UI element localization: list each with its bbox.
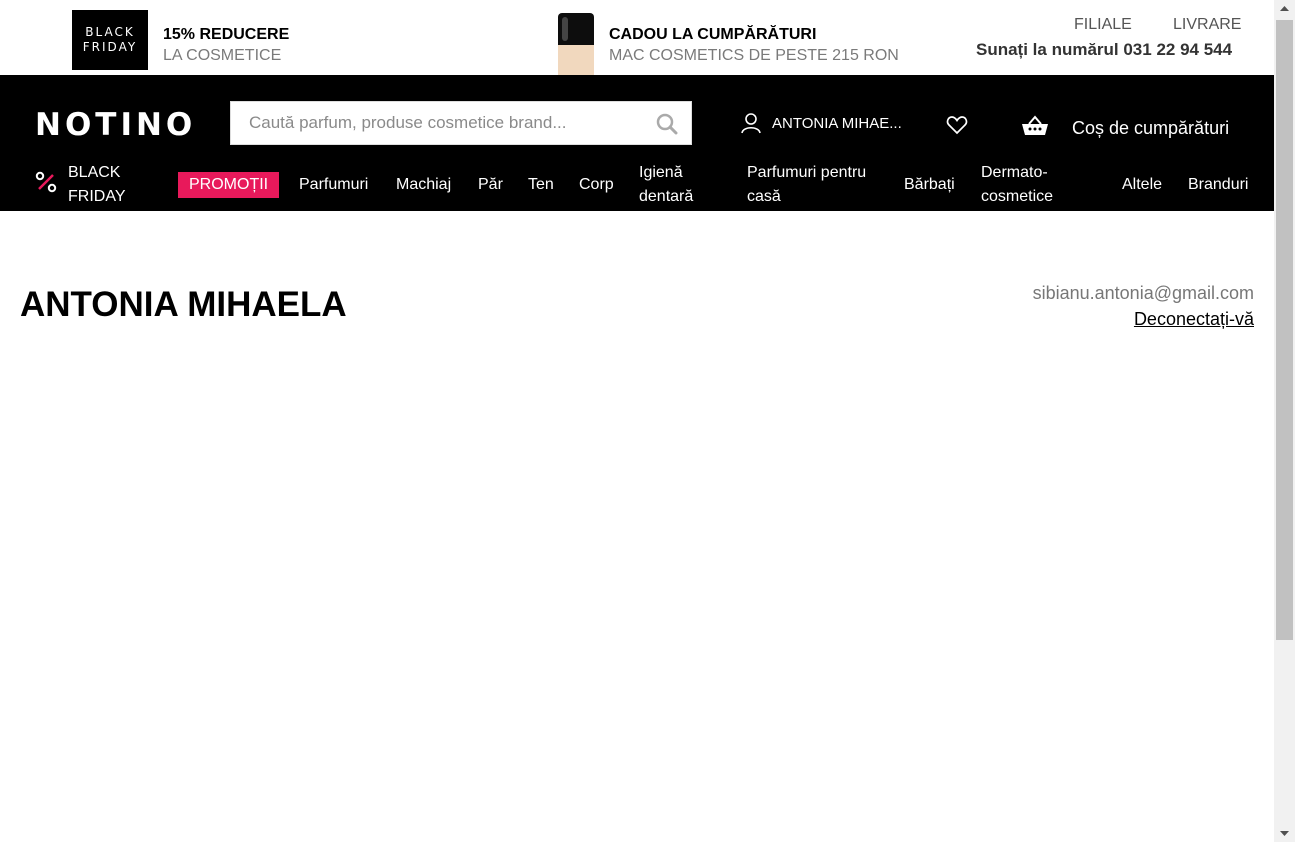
phone-number[interactable]: Sunați la numărul 031 22 94 544 (976, 40, 1232, 60)
promo-discount-subtitle: LA COSMETICE (163, 47, 282, 64)
vertical-scrollbar[interactable] (1274, 0, 1295, 842)
promo-gift-title: CADOU LA CUMPĂRĂTURI (609, 26, 817, 43)
nav-ten[interactable]: Ten (528, 173, 554, 197)
nav-black-friday-line1: BLACK (68, 164, 121, 181)
user-email: sibianu.antonia@gmail.com (1032, 283, 1254, 303)
nav-branduri[interactable]: Branduri (1188, 173, 1248, 197)
nav-black-friday-line2: FRIDAY (68, 188, 126, 205)
badge-line-1: BLACK (85, 25, 135, 39)
promo-gift[interactable]: CADOU LA CUMPĂRĂTURI MAC COSMETICS DE PE… (609, 26, 899, 65)
nav-igiena-line2: dentară (639, 188, 694, 205)
nav-par[interactable]: Păr (478, 173, 503, 197)
delivery-link[interactable]: LIVRARE (1173, 16, 1241, 34)
nav-dermato-cosmetice[interactable]: Dermato- cosmetice (981, 161, 1053, 209)
user-account-link[interactable]: ANTONIA MIHAE... (740, 112, 902, 134)
nav-parfumuri-casa-line1: Parfumuri pentru (747, 164, 867, 181)
nav-machiaj[interactable]: Machiaj (396, 173, 451, 197)
nav-corp[interactable]: Corp (579, 173, 614, 197)
scrollbar-thumb[interactable] (1276, 20, 1293, 640)
promo-discount[interactable]: 15% REDUCERE LA COSMETICE (163, 26, 289, 65)
search-box (230, 101, 692, 145)
scroll-up-arrow-icon[interactable] (1274, 0, 1295, 17)
nav-parfumuri-casa-line2: casă (747, 188, 781, 205)
notino-logo[interactable]: NOTINO (35, 107, 196, 143)
user-name: ANTONIA MIHAE... (772, 114, 902, 132)
promo-gift-subtitle: MAC COSMETICS DE PESTE 215 RON (609, 47, 899, 64)
search-icon[interactable] (655, 112, 679, 136)
user-icon (741, 113, 761, 134)
nav-parfumuri-casa[interactable]: Parfumuri pentru casă (747, 161, 866, 209)
percent-icon (35, 171, 57, 198)
search-input[interactable] (231, 102, 641, 144)
black-friday-badge[interactable]: BLACK FRIDAY (72, 10, 148, 70)
mac-bottle-image[interactable] (558, 13, 594, 75)
nav-altele[interactable]: Altele (1122, 173, 1162, 197)
badge-line-2: FRIDAY (82, 40, 138, 54)
cart-link[interactable]: Coș de cumpărături (1072, 118, 1229, 139)
nav-promotii[interactable]: PROMOȚII (178, 172, 280, 198)
nav-dermato-line1: Dermato- (981, 164, 1048, 181)
main-header: NOTINO ANTONIA MIHAE... Coș de cumpărătu… (0, 75, 1274, 211)
logout-link[interactable]: Deconectați-vă (1134, 309, 1254, 330)
promo-bar: BLACK FRIDAY 15% REDUCERE LA COSMETICE C… (0, 0, 1274, 75)
heart-icon[interactable] (946, 115, 968, 140)
basket-icon[interactable] (1021, 115, 1049, 142)
stores-link[interactable]: FILIALE (1074, 16, 1132, 34)
nav-igiena-line1: Igienă (639, 164, 683, 181)
nav-parfumuri[interactable]: Parfumuri (299, 173, 368, 197)
page-title: ANTONIA MIHAELA (20, 285, 347, 324)
nav-igiena-dentara[interactable]: Igienă dentară (639, 161, 693, 209)
scroll-down-arrow-icon[interactable] (1274, 825, 1295, 842)
nav-barbati[interactable]: Bărbați (904, 173, 955, 197)
nav-black-friday[interactable]: BLACK FRIDAY (68, 161, 125, 209)
promo-discount-title: 15% REDUCERE (163, 26, 290, 43)
nav-dermato-line2: cosmetice (981, 188, 1054, 205)
